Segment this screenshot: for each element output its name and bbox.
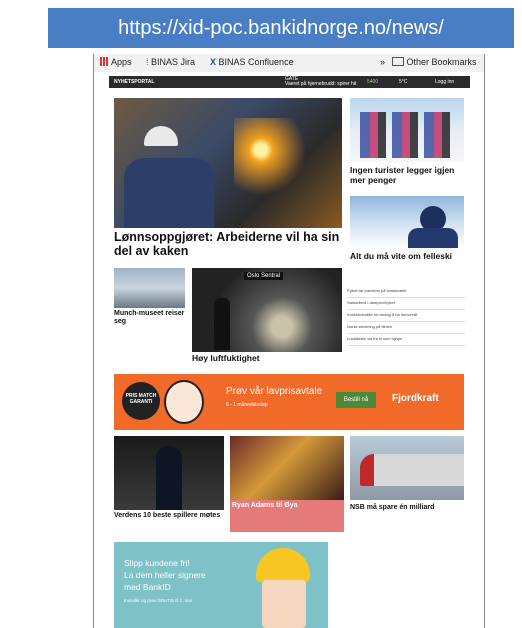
apps-grid-icon [100,57,109,66]
badge-text: PRIS MATCH GARANTI [125,393,157,405]
bookmark-other-label: Other Bookmarks [406,57,477,67]
url-banner: https://xid-poc.bankidnorge.no/news/ [48,8,514,48]
list-item[interactable]: Lokaliteten tar fra til som hjelpe [347,334,465,346]
bankid-line2: La dem heller signere [124,570,206,580]
stat-one: 5400 [367,79,379,85]
browser-window: Apps ⁞ BINAS Jira X BINAS Confluence » O… [93,54,485,628]
list-item[interactable]: Samarbeid i dampen/hytter [347,298,465,310]
pedestrian-figure [214,298,230,350]
skier-body [408,228,458,248]
hardhat-icon [256,548,310,582]
sparks-graphic [234,118,324,198]
ryan-image[interactable] [230,436,344,500]
worker-face [262,580,306,628]
train-graphic [360,454,464,486]
bankid-line3: med BankID [124,582,171,592]
main-article-title[interactable]: Lønnsoppgjøret: Arbeiderne vil ha sin de… [114,230,346,259]
jira-icon: ⁞ [146,57,149,67]
main-article-image[interactable] [114,98,342,228]
list-item[interactable]: Kollektivtrafikk for lørdag å ha henvend… [347,310,465,322]
ryan-caption-box[interactable]: Ryan Adams til Øya [230,500,344,532]
site-header: NYHETSPORTAL GATE Vaeret på hjernebrudd:… [109,76,470,88]
confluence-icon: X [210,57,217,67]
bookmarks-bar: Apps ⁞ BINAS Jira X BINAS Confluence » O… [94,54,484,72]
order-now-button[interactable]: Bestill nå [336,392,376,408]
ticker[interactable]: GATE Vaeret på hjernebrudd: spirer hit [285,77,356,87]
bookmark-confluence[interactable]: X BINAS Confluence [210,57,294,67]
munch-title[interactable]: Munch-museet reiser seg [114,310,188,326]
tourists-title[interactable]: Ingen turister legger igjen mer penger [350,165,466,186]
bookmark-confluence-label: BINAS Confluence [218,57,294,67]
weather-value: 5°C [399,79,408,85]
luft-image[interactable]: Oslo Sentral [192,268,342,352]
felleski-title[interactable]: Alt du må vite om felleski [350,251,466,262]
login-link[interactable]: Logg inn [435,79,454,85]
bookmark-apps-label: Apps [111,57,132,67]
worker-helmet [144,126,178,146]
bookmark-apps[interactable]: Apps [100,57,132,67]
bankid-line1: Slipp kundene fri! [124,558,190,568]
oslo-sentral-sign: Oslo Sentral [244,272,284,280]
price-match-badge: PRIS MATCH GARANTI [122,382,160,420]
bankid-small: Installér og prøv GRATIS til 1. mai [124,598,192,603]
bookmark-jira-label: BINAS Jira [151,57,196,67]
players-title[interactable]: Verdens 10 beste spillere møtes [114,512,226,520]
fjordkraft-logo: Fjordkraft [392,393,439,404]
list-item[interactable]: Norsk stemning på filmen [347,322,465,334]
ticker-text: Vaeret på hjernebrudd: spirer hit [285,81,357,87]
munch-image[interactable] [114,268,185,308]
ryan-title: Ryan Adams til Øya [232,502,298,509]
bookmark-other[interactable]: Other Bookmarks [392,57,477,67]
side-headline-list: Fylket tar pandemi på landsmøtet Samarbe… [347,286,465,346]
players-image[interactable] [114,436,224,510]
ad-subline: 6 - 1 månedsbeløp [226,402,268,408]
tourist-figures [360,112,456,158]
worker-body [124,158,214,228]
player-figure [156,446,182,510]
mascot-face-icon [164,380,204,424]
bankid-ad[interactable]: Slipp kundene fri! La dem heller signere… [114,542,328,628]
tourists-image[interactable] [350,98,464,162]
ad-headline: Prøv vår lavprisavtale [226,386,323,397]
felleski-image[interactable] [350,196,464,248]
site-logo[interactable]: NYHETSPORTAL [114,79,154,85]
luft-title[interactable]: Høy luftfuktighet [192,353,342,364]
fjordkraft-ad-banner[interactable]: PRIS MATCH GARANTI Prøv vår lavprisavtal… [114,374,464,430]
bookmark-jira[interactable]: ⁞ BINAS Jira [146,57,195,67]
list-item[interactable]: Fylket tar pandemi på landsmøtet [347,286,465,298]
nsb-title[interactable]: NSB må spare én milliard [350,504,466,512]
folder-icon [392,57,404,66]
nsb-image[interactable] [350,436,464,500]
bookmarks-overflow-button[interactable]: » [380,57,385,67]
